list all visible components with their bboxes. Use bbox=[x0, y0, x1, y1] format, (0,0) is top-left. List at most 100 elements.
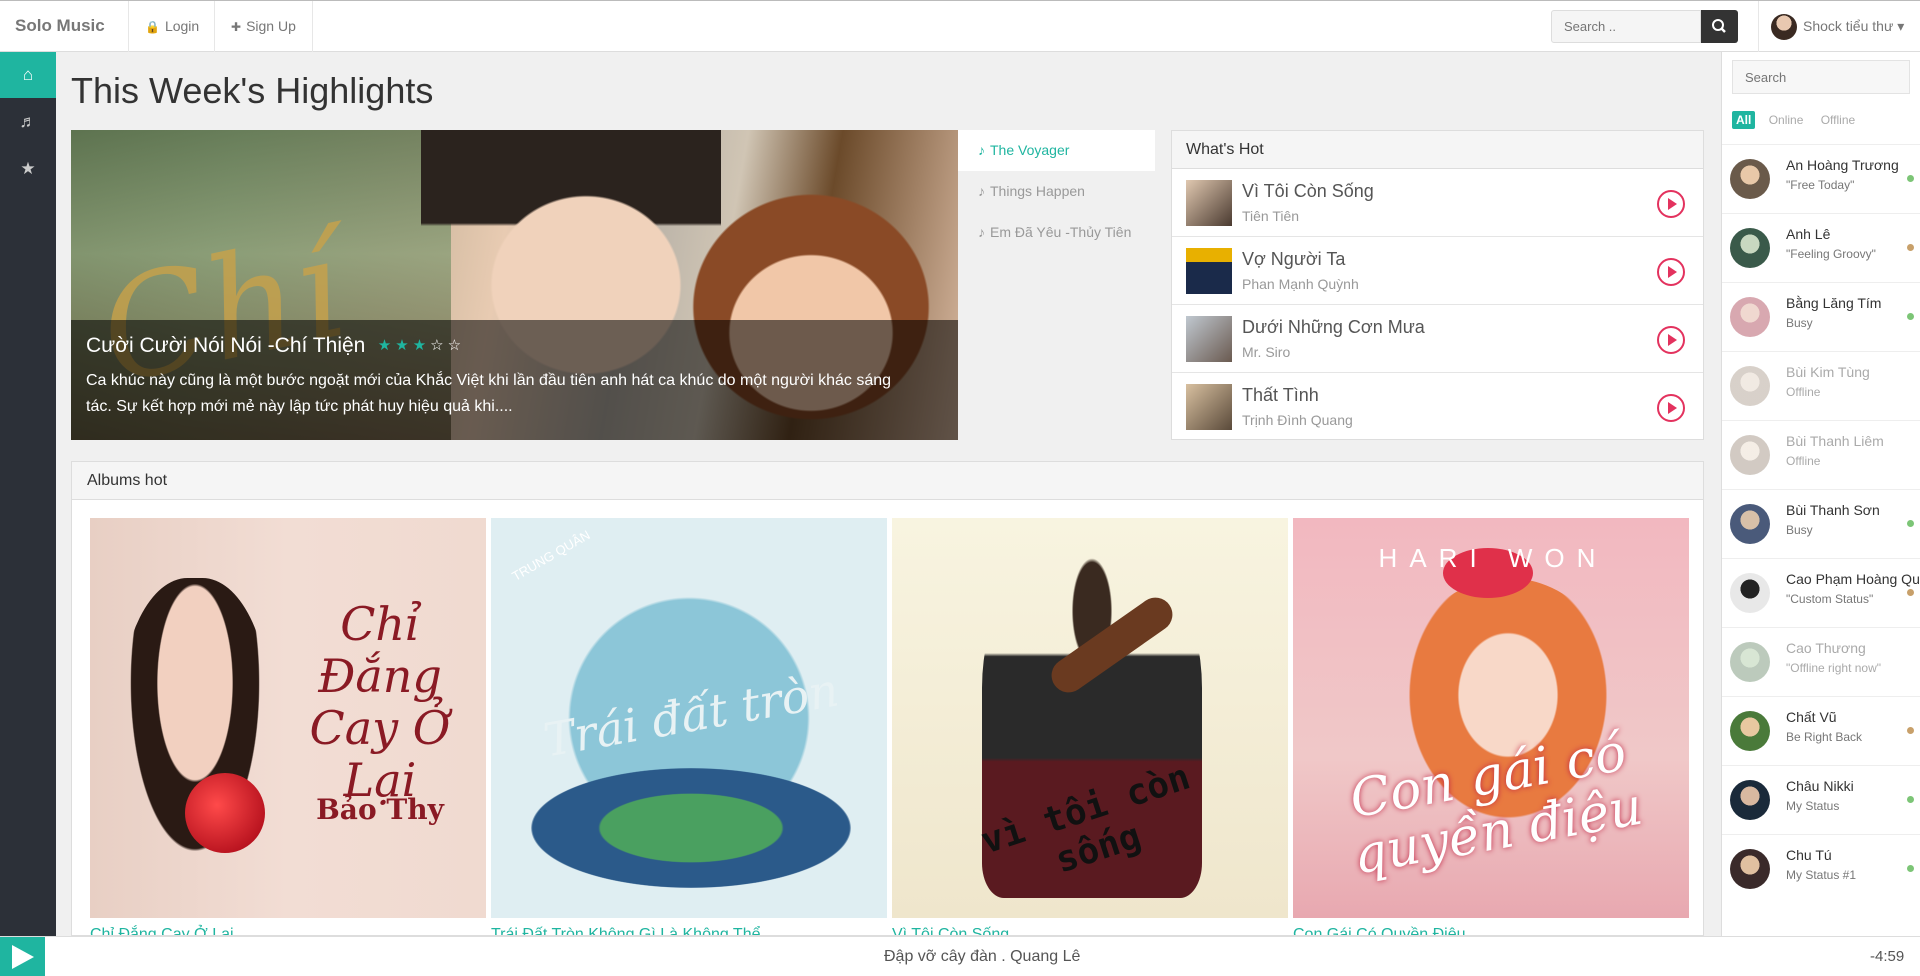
presence-dot-icon bbox=[1907, 175, 1914, 182]
lock-icon: 🔒 bbox=[145, 20, 160, 34]
album-card[interactable]: Trái đất tròn TRUNG QUÂN Trái Đất Tròn K… bbox=[491, 518, 887, 935]
play-icon[interactable] bbox=[1657, 326, 1685, 354]
contact-status: My Status #1 bbox=[1786, 868, 1857, 882]
album-title[interactable]: Con Gái Có Quyền Điệu bbox=[1293, 926, 1689, 935]
presence-dot-icon bbox=[1907, 520, 1914, 527]
song-artist: Tiên Tiên bbox=[1242, 208, 1300, 224]
album-title[interactable]: Vì Tôi Còn Sống bbox=[892, 926, 1288, 935]
list-item[interactable]: Vợ Người Ta Phan Mạnh Quỳnh bbox=[1172, 237, 1703, 305]
star-empty-icon[interactable]: ☆ bbox=[448, 337, 465, 354]
avatar bbox=[1730, 780, 1770, 820]
presence-dot-icon bbox=[1907, 727, 1914, 734]
slide-title[interactable]: Cười Cười Nói Nói -Chí Thiện bbox=[86, 334, 365, 357]
contact-name: Châu Nikki bbox=[1786, 778, 1854, 794]
audio-player: Đập vỡ cây đàn . Quang Lê -4:59 bbox=[0, 936, 1920, 976]
contact-name: An Hoàng Trương bbox=[1786, 157, 1899, 173]
contact-name: Chu Tú bbox=[1786, 847, 1832, 863]
album-title[interactable]: Trái Đất Tròn Không Gì Là Không Thể bbox=[491, 926, 887, 935]
page-title: This Week's Highlights bbox=[71, 70, 434, 111]
presence-dot-icon bbox=[1907, 796, 1914, 803]
song-title[interactable]: Dưới Những Cơn Mưa bbox=[1242, 317, 1425, 338]
user-menu[interactable]: Shock tiểu thư ▾ bbox=[1758, 1, 1904, 52]
album-card[interactable]: HARI WON Con gái có quyền điệu Con Gái C… bbox=[1293, 518, 1689, 935]
contact-item[interactable]: Bằng Lăng Tím Busy bbox=[1722, 282, 1920, 351]
song-artist: Phan Mạnh Quỳnh bbox=[1242, 276, 1359, 292]
contact-status: Offline bbox=[1786, 385, 1821, 399]
song-title[interactable]: Vì Tôi Còn Sống bbox=[1242, 181, 1374, 202]
play-icon[interactable] bbox=[1657, 394, 1685, 422]
contact-status: "Custom Status" bbox=[1786, 592, 1874, 606]
avatar bbox=[1730, 849, 1770, 889]
contact-item[interactable]: Châu Nikki My Status bbox=[1722, 765, 1920, 834]
login-label: Login bbox=[164, 18, 200, 34]
chat-search-input[interactable] bbox=[1732, 60, 1910, 94]
song-title[interactable]: Vợ Người Ta bbox=[1242, 249, 1345, 270]
home-icon: ⌂ bbox=[22, 65, 34, 84]
left-sidebar: ⌂ ♬ ★ bbox=[0, 52, 56, 936]
contact-name: Cao Phạm Hoàng Quyên bbox=[1786, 571, 1920, 587]
play-icon[interactable] bbox=[1657, 190, 1685, 218]
star-filled-icon[interactable]: ★ bbox=[413, 337, 430, 354]
avatar bbox=[1730, 711, 1770, 751]
song-title[interactable]: Thất Tình bbox=[1242, 385, 1319, 406]
search-button[interactable] bbox=[1701, 10, 1738, 43]
list-item[interactable]: Dưới Những Cơn Mưa Mr. Siro bbox=[1172, 305, 1703, 373]
star-filled-icon[interactable]: ★ bbox=[378, 337, 395, 354]
contact-item[interactable]: Anh Lê "Feeling Groovy" bbox=[1722, 213, 1920, 282]
cover-title: Trái đất tròn bbox=[539, 662, 843, 768]
chat-filters: All Online Offline bbox=[1732, 111, 1865, 129]
play-icon[interactable] bbox=[1657, 258, 1685, 286]
list-item[interactable]: Thất Tình Trịnh Đình Quang bbox=[1172, 373, 1703, 441]
play-button[interactable] bbox=[0, 937, 45, 976]
avatar bbox=[1730, 504, 1770, 544]
album-cover[interactable]: Chỉ Đắng Cay Ở Lại Bảo Thy bbox=[90, 518, 486, 918]
top-navbar: Solo Music 🔒 Login ✚ Sign Up Shock tiểu th… bbox=[0, 0, 1920, 52]
contact-name: Anh Lê bbox=[1786, 226, 1831, 242]
contact-item[interactable]: Bùi Thanh Liêm Offline bbox=[1722, 420, 1920, 489]
album-cover[interactable]: vì tôi còn sống bbox=[892, 518, 1288, 918]
contact-item[interactable]: An Hoàng Trương "Free Today" bbox=[1722, 144, 1920, 213]
brand-logo[interactable]: Solo Music bbox=[15, 16, 105, 36]
signup-link[interactable]: ✚ Sign Up bbox=[214, 1, 313, 52]
search-input[interactable] bbox=[1551, 10, 1701, 43]
contact-name: Bùi Thanh Liêm bbox=[1786, 433, 1884, 449]
album-card[interactable]: vì tôi còn sống Vì Tôi Còn Sống bbox=[892, 518, 1288, 935]
song-artist: Trịnh Đình Quang bbox=[1242, 412, 1353, 428]
contact-name: Bùi Thanh Sơn bbox=[1786, 502, 1880, 518]
plus-icon: ✚ bbox=[231, 20, 242, 34]
music-icon: ♬ bbox=[19, 112, 37, 131]
slide-tabs: ♪ The Voyager ♪ Things Happen ♪ Em Đã Yêu -… bbox=[958, 130, 1155, 253]
home-nav-button[interactable]: ⌂ bbox=[0, 52, 56, 98]
filter-online[interactable]: Online bbox=[1765, 111, 1808, 129]
list-item[interactable]: Vì Tôi Còn Sống Tiên Tiên bbox=[1172, 169, 1703, 237]
favorites-nav-button[interactable]: ★ bbox=[0, 146, 56, 192]
slide-caption: Cười Cười Nói Nói -Chí Thiện ★★★☆☆ Ca kh… bbox=[71, 320, 958, 440]
album-card[interactable]: Chỉ Đắng Cay Ở Lại Bảo Thy Chỉ Đắng Cay … bbox=[90, 518, 486, 935]
contact-name: Bùi Kim Tùng bbox=[1786, 364, 1870, 380]
slide-tab[interactable]: ♪ Em Đã Yêu -Thủy Tiên bbox=[958, 212, 1155, 253]
slide-tab[interactable]: ♪ The Voyager bbox=[958, 130, 1155, 171]
contact-status: "Free Today" bbox=[1786, 178, 1855, 192]
album-cover[interactable]: Trái đất tròn TRUNG QUÂN bbox=[491, 518, 887, 918]
filter-all[interactable]: All bbox=[1732, 111, 1756, 129]
featured-slider[interactable]: Chí Cười Cười Nói Nói -Chí Thiện ★★★☆☆ C… bbox=[71, 130, 958, 440]
presence-dot-icon bbox=[1907, 865, 1914, 872]
star-empty-icon[interactable]: ☆ bbox=[430, 337, 447, 354]
contact-item[interactable]: Cao Thương "Offline right now" bbox=[1722, 627, 1920, 696]
cover-figure bbox=[531, 768, 851, 888]
filter-offline[interactable]: Offline bbox=[1817, 111, 1859, 129]
contact-item[interactable]: Chu Tú My Status #1 bbox=[1722, 834, 1920, 903]
music-nav-button[interactable]: ♬ bbox=[0, 99, 56, 145]
contact-item[interactable]: Bùi Kim Tùng Offline bbox=[1722, 351, 1920, 420]
album-cover[interactable]: HARI WON Con gái có quyền điệu bbox=[1293, 518, 1689, 918]
album-title[interactable]: Chỉ Đắng Cay Ở Lại bbox=[90, 926, 486, 935]
contact-name: Chất Vũ bbox=[1786, 709, 1837, 725]
contact-item[interactable]: Chất Vũ Be Right Back bbox=[1722, 696, 1920, 765]
star-filled-icon[interactable]: ★ bbox=[395, 337, 412, 354]
contact-item[interactable]: Cao Phạm Hoàng Quyên "Custom Status" bbox=[1722, 558, 1920, 627]
contact-item[interactable]: Bùi Thanh Sơn Busy bbox=[1722, 489, 1920, 558]
contact-status: "Feeling Groovy" bbox=[1786, 247, 1876, 261]
presence-dot-icon bbox=[1907, 313, 1914, 320]
slide-tab[interactable]: ♪ Things Happen bbox=[958, 171, 1155, 212]
login-link[interactable]: 🔒 Login bbox=[128, 1, 215, 52]
